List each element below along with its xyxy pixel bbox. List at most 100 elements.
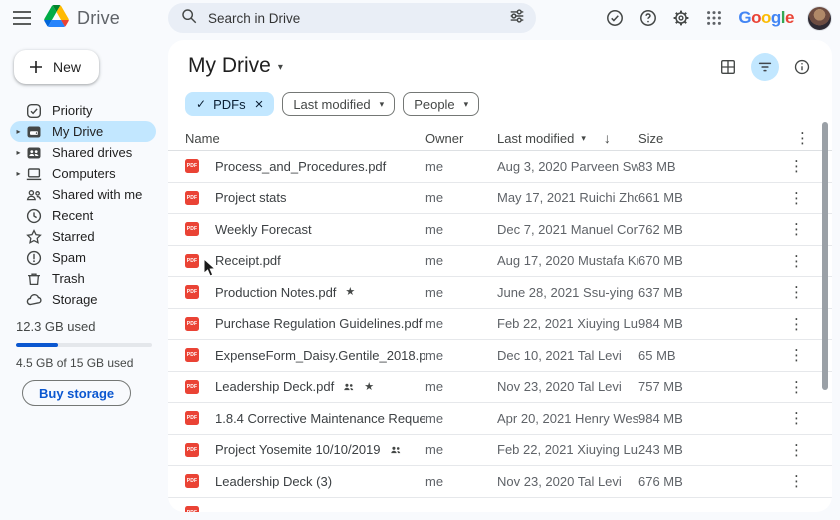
file-name-cell: PDF Process_and_Procedures.pdf bbox=[185, 159, 425, 174]
google-apps-icon[interactable] bbox=[703, 7, 725, 29]
chip-label: PDFs bbox=[213, 96, 246, 112]
more-options-icon[interactable]: ⋮ bbox=[783, 189, 810, 207]
check-icon: ✓ bbox=[196, 97, 207, 111]
new-button-label: New bbox=[53, 59, 82, 75]
new-button[interactable]: New bbox=[14, 50, 100, 84]
filter-chip-people[interactable]: People ▾ bbox=[403, 92, 480, 116]
table-row[interactable]: PDF Production Notes.pdf ★ me June 28, 2021 … bbox=[168, 277, 832, 309]
sidebar-item-spam[interactable]: Spam bbox=[10, 247, 156, 268]
more-options-icon[interactable]: ⋮ bbox=[783, 315, 810, 333]
more-options-icon[interactable]: ⋮ bbox=[783, 157, 810, 175]
buy-storage-button[interactable]: Buy storage bbox=[22, 380, 132, 406]
table-row[interactable]: PDF Process_and_Procedures.pdf me Aug 3, 20… bbox=[168, 151, 832, 183]
file-owner: me bbox=[425, 473, 444, 489]
chip-label: People bbox=[414, 96, 455, 112]
storage-quota-label: 4.5 GB of 15 GB used bbox=[16, 356, 134, 370]
more-options-icon[interactable]: ⋮ bbox=[783, 472, 810, 490]
column-header-last-modified[interactable]: Last modified ▾ ↓ bbox=[497, 130, 638, 146]
sidebar-item-my-drive[interactable]: ▸ My Drive bbox=[10, 121, 156, 142]
drive-brand[interactable]: Drive bbox=[44, 4, 120, 32]
pdf-file-icon: PDF bbox=[185, 316, 199, 331]
sidebar-item-shared-drives[interactable]: ▸ Shared drives bbox=[10, 142, 156, 163]
file-size: 65 MB bbox=[638, 347, 676, 363]
settings-gear-icon[interactable] bbox=[670, 7, 692, 29]
sidebar-item-trash[interactable]: Trash bbox=[10, 268, 156, 289]
drive-logo-icon bbox=[44, 4, 69, 32]
table-row[interactable]: PDF Receipt.pdf me Aug 17, 2020 Mustafa Kri… bbox=[168, 246, 832, 277]
file-size: 637 MB bbox=[638, 284, 683, 300]
more-options-icon[interactable]: ⋮ bbox=[783, 409, 810, 427]
storage-progress-fill bbox=[16, 343, 59, 347]
table-row[interactable]: PDF Leadership Deck.pdf ★ me Nov 23, 2020 Ta… bbox=[168, 372, 832, 403]
info-icon[interactable] bbox=[788, 53, 816, 81]
page-title-dropdown[interactable]: My Drive ▾ bbox=[188, 54, 283, 78]
offline-status-icon[interactable] bbox=[604, 7, 626, 29]
expand-arrow-icon[interactable]: ▸ bbox=[12, 169, 25, 178]
file-name-cell: PDF Leadership Deck.pdf ★ bbox=[185, 379, 425, 394]
file-last-modified: Dec 10, 2021 Tal Levi bbox=[497, 347, 622, 363]
file-last-modified: May 17, 2021 Ruichi Zhou bbox=[497, 190, 638, 206]
main-menu-icon[interactable] bbox=[0, 0, 44, 36]
top-bar: Drive Google bbox=[0, 0, 840, 36]
file-name-cell: PDF Project Yosemite 10/10/2019 bbox=[185, 442, 425, 457]
sidebar-item-label: Storage bbox=[52, 292, 98, 307]
starred-icon bbox=[25, 228, 43, 246]
more-options-icon[interactable]: ⋮ bbox=[783, 252, 810, 270]
close-icon[interactable]: × bbox=[255, 96, 264, 113]
sidebar-item-computers[interactable]: ▸ Computers bbox=[10, 163, 156, 184]
more-options-icon[interactable]: ⋮ bbox=[783, 346, 810, 364]
column-header-owner[interactable]: Owner bbox=[425, 131, 497, 146]
account-avatar[interactable] bbox=[807, 5, 832, 31]
grid-view-icon[interactable] bbox=[714, 53, 742, 81]
search-input[interactable] bbox=[208, 10, 508, 26]
table-row[interactable]: PDF Project stats me May 17, 2021 Ruichi Zh… bbox=[168, 183, 832, 214]
file-size: 670 MB bbox=[638, 253, 683, 269]
file-last-modified: Nov 23, 2020 Tal Levi bbox=[497, 379, 622, 395]
table-row[interactable]: PDF Project Yosemite 10/10/2019 me Feb 22, … bbox=[168, 435, 832, 466]
sidebar-item-label: Shared drives bbox=[52, 145, 133, 160]
search-options-icon[interactable] bbox=[508, 7, 526, 30]
file-name: Leadership Deck (3) bbox=[215, 473, 333, 489]
expand-arrow-icon[interactable]: ▸ bbox=[12, 127, 25, 136]
file-table-body: PDF Process_and_Procedures.pdf me Aug 3, 20… bbox=[168, 151, 832, 512]
table-row[interactable]: PDF⋮ bbox=[168, 498, 832, 512]
filter-chip-pdfs[interactable]: ✓ PDFs × bbox=[185, 92, 275, 116]
file-owner: me bbox=[425, 379, 444, 395]
google-logo-letter: g bbox=[770, 8, 781, 27]
top-bar-actions: Google bbox=[604, 0, 832, 36]
file-name: Process_and_Procedures.pdf bbox=[215, 158, 387, 174]
pdf-file-icon: PDF bbox=[185, 474, 199, 489]
sidebar-item-starred[interactable]: Starred bbox=[10, 226, 156, 247]
star-icon: ★ bbox=[364, 380, 375, 393]
file-name-cell: PDF ExpenseForm_Daisy.Gentile_2018.pdf bbox=[185, 348, 425, 363]
sidebar-item-priority[interactable]: Priority bbox=[10, 100, 156, 121]
help-icon[interactable] bbox=[637, 7, 659, 29]
more-options-icon[interactable]: ⋮ bbox=[783, 283, 810, 301]
sort-direction-icon[interactable]: ↓ bbox=[604, 130, 611, 146]
table-row[interactable]: PDF 1.8.4 Corrective Maintenance Request m… bbox=[168, 403, 832, 435]
computers-icon bbox=[25, 165, 43, 183]
sidebar-item-recent[interactable]: Recent bbox=[10, 205, 156, 226]
column-header-size[interactable]: Size bbox=[638, 131, 780, 146]
table-row[interactable]: PDF ExpenseForm_Daisy.Gentile_2018.pdf me D… bbox=[168, 340, 832, 372]
more-options-icon[interactable]: ⋮ bbox=[783, 378, 810, 396]
search-bar[interactable] bbox=[168, 3, 536, 33]
file-owner: me bbox=[425, 221, 444, 237]
filter-list-icon[interactable] bbox=[751, 53, 779, 81]
google-drive-app: Drive Google bbox=[0, 0, 840, 520]
more-options-icon[interactable]: ⋮ bbox=[783, 441, 810, 459]
file-name: 1.8.4 Corrective Maintenance Request bbox=[215, 410, 425, 426]
expand-arrow-icon[interactable]: ▸ bbox=[12, 148, 25, 157]
column-header-name[interactable]: Name bbox=[185, 131, 425, 146]
file-owner: me bbox=[425, 316, 444, 332]
table-row[interactable]: PDF Leadership Deck (3) me Nov 23, 2020 Tal… bbox=[168, 466, 832, 498]
scrollbar-thumb[interactable] bbox=[822, 122, 828, 390]
file-name-cell: PDF Production Notes.pdf ★ bbox=[185, 285, 425, 300]
filter-chip-last-modified[interactable]: Last modified ▾ bbox=[282, 92, 396, 116]
sidebar-item-storage[interactable]: Storage bbox=[10, 289, 156, 310]
table-row[interactable]: PDF Weekly Forecast me Dec 7, 2021 Manuel C… bbox=[168, 214, 832, 246]
sidebar-item-shared-with-me[interactable]: Shared with me bbox=[10, 184, 156, 205]
table-row[interactable]: PDF Purchase Regulation Guidelines.pdf me F… bbox=[168, 309, 832, 340]
more-options-icon[interactable]: ⋮ bbox=[789, 129, 816, 147]
more-options-icon[interactable]: ⋮ bbox=[783, 220, 810, 238]
